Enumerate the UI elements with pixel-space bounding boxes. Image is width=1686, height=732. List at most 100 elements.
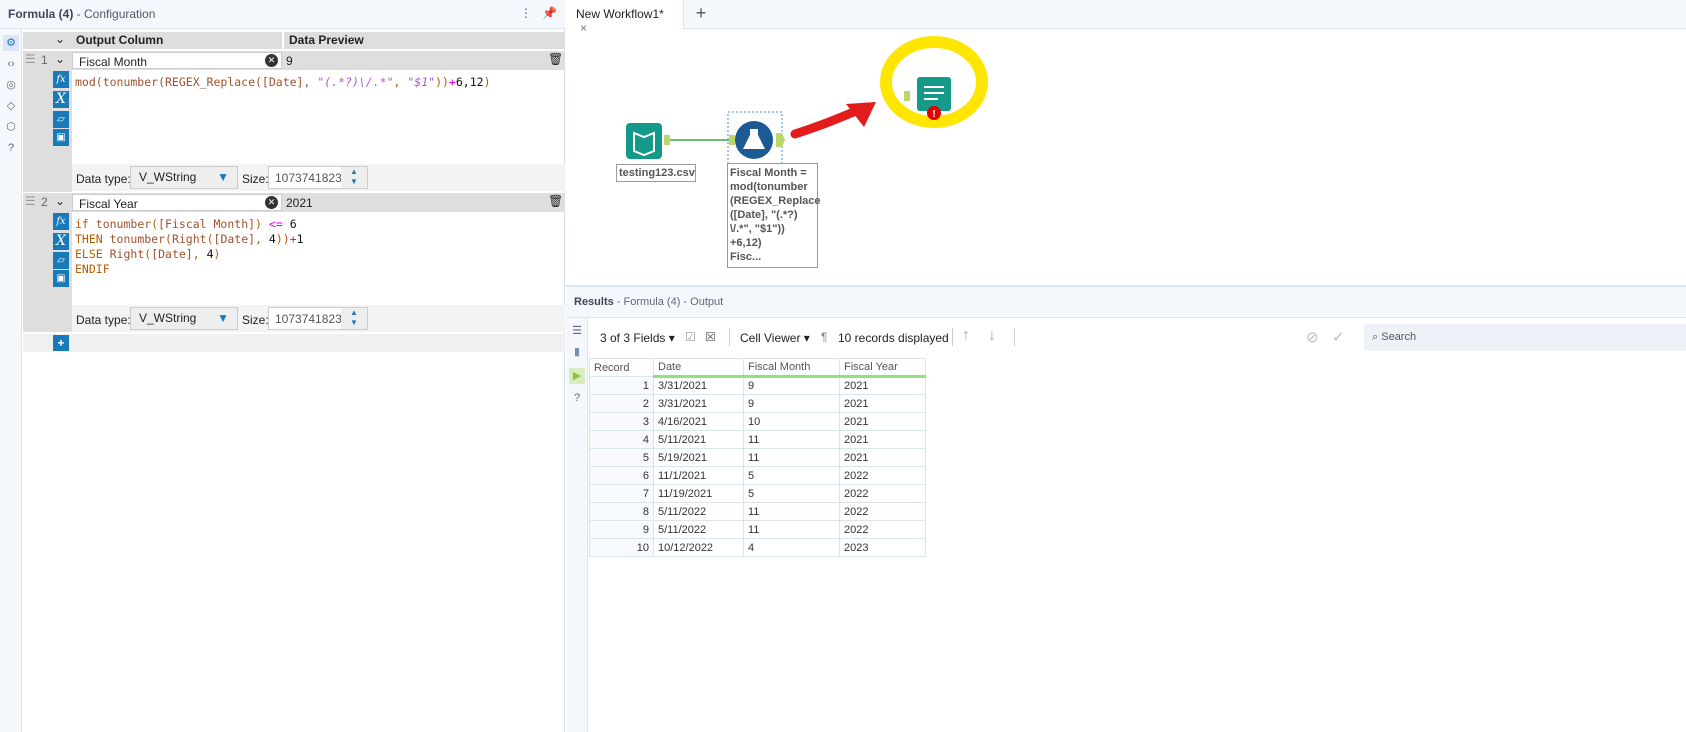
- open-folder-icon[interactable]: ▱: [53, 111, 69, 128]
- search-input[interactable]: ⌕ Search: [1364, 324, 1686, 351]
- table-cell[interactable]: 11: [743, 502, 840, 521]
- pin-icon[interactable]: 📌: [542, 6, 557, 20]
- pilcrow-icon[interactable]: ¶: [821, 330, 827, 344]
- help-icon[interactable]: ?: [3, 140, 19, 156]
- table-cell[interactable]: 2: [589, 394, 654, 413]
- chevron-down-icon[interactable]: ⌄: [55, 194, 65, 208]
- table-cell[interactable]: 2022: [839, 502, 926, 521]
- formula-editor-2[interactable]: if tonumber([Fiscal Month]) <= 6 THEN to…: [75, 217, 545, 305]
- table-row[interactable]: 6 11/1/2021 5 2022: [589, 466, 926, 485]
- datatype-select[interactable]: V_WString ▼: [130, 166, 238, 189]
- drag-handle-icon[interactable]: ☰: [25, 194, 36, 208]
- variable-icon[interactable]: X: [53, 91, 69, 108]
- table-cell[interactable]: 3/31/2021: [653, 376, 744, 395]
- table-cell[interactable]: 10/12/2022: [653, 538, 744, 557]
- output-anchor-icon[interactable]: ▶: [569, 368, 585, 384]
- output-column-input[interactable]: Fiscal Month: [72, 52, 282, 69]
- table-cell[interactable]: 5/11/2022: [653, 502, 744, 521]
- output-column-input[interactable]: Fiscal Year: [72, 194, 282, 211]
- column-header[interactable]: Fiscal Month: [743, 358, 840, 378]
- check-all-icon[interactable]: ☑: [685, 330, 696, 344]
- size-stepper[interactable]: ▲ ▼: [341, 167, 367, 188]
- table-row[interactable]: 7 11/19/2021 5 2022: [589, 484, 926, 503]
- checkmark-icon[interactable]: ✓: [1332, 328, 1345, 346]
- uncheck-all-icon[interactable]: ☒: [705, 330, 716, 344]
- table-cell[interactable]: 5/19/2021: [653, 448, 744, 467]
- add-formula-button[interactable]: +: [53, 335, 69, 351]
- table-cell[interactable]: 9: [743, 376, 840, 395]
- table-cell[interactable]: 10: [589, 538, 654, 557]
- column-header[interactable]: Date: [653, 358, 744, 378]
- table-row[interactable]: 4 5/11/2021 11 2021: [589, 430, 926, 449]
- table-cell[interactable]: 8: [589, 502, 654, 521]
- table-cell[interactable]: 9: [589, 520, 654, 539]
- table-row[interactable]: 8 5/11/2022 11 2022: [589, 502, 926, 521]
- table-cell[interactable]: 1: [589, 376, 654, 395]
- table-cell[interactable]: 11: [743, 430, 840, 449]
- formula-editor-1[interactable]: mod(tonumber(REGEX_Replace([Date], "(.*?…: [75, 75, 545, 163]
- table-cell[interactable]: 5: [589, 448, 654, 467]
- code-icon[interactable]: ‹›: [3, 56, 19, 72]
- open-folder-icon[interactable]: ▱: [53, 252, 69, 269]
- table-row[interactable]: 5 5/19/2021 11 2021: [589, 448, 926, 467]
- table-cell[interactable]: 5/11/2021: [653, 430, 744, 449]
- column-header[interactable]: Fiscal Year: [839, 358, 926, 378]
- table-cell[interactable]: 9: [743, 394, 840, 413]
- gear-icon[interactable]: ⚙: [3, 35, 19, 51]
- table-cell[interactable]: 2021: [839, 376, 926, 395]
- table-cell[interactable]: 4/16/2021: [653, 412, 744, 431]
- cancel-icon[interactable]: ⊘: [1306, 328, 1319, 346]
- tag-icon[interactable]: ◇: [3, 98, 19, 114]
- table-cell[interactable]: 11: [743, 520, 840, 539]
- tab-new-workflow[interactable]: New Workflow1* ×: [566, 0, 684, 35]
- table-cell[interactable]: 5: [743, 466, 840, 485]
- table-cell[interactable]: 2021: [839, 412, 926, 431]
- table-cell[interactable]: 2022: [839, 484, 926, 503]
- table-cell[interactable]: 7: [589, 484, 654, 503]
- table-cell[interactable]: 3/31/2021: [653, 394, 744, 413]
- save-icon[interactable]: ▣: [53, 270, 69, 287]
- collapse-all-chevron-icon[interactable]: ⌄: [55, 32, 65, 46]
- table-cell[interactable]: 2021: [839, 430, 926, 449]
- table-row[interactable]: 10 10/12/2022 4 2023: [589, 538, 926, 557]
- trash-icon[interactable]: 🗑: [548, 194, 563, 208]
- variable-icon[interactable]: X: [53, 233, 69, 250]
- connection-icon[interactable]: ◎: [3, 77, 19, 93]
- arrow-up-icon[interactable]: ↑: [962, 327, 970, 345]
- list-icon[interactable]: ☰: [569, 323, 585, 339]
- table-cell[interactable]: 6: [589, 466, 654, 485]
- add-tab-button[interactable]: +: [686, 3, 716, 24]
- table-cell[interactable]: 11: [743, 448, 840, 467]
- more-icon[interactable]: ⋮: [520, 6, 532, 20]
- table-cell[interactable]: 2022: [839, 466, 926, 485]
- clear-icon[interactable]: ✕: [265, 196, 278, 209]
- table-cell[interactable]: 10: [743, 412, 840, 431]
- table-row[interactable]: 3 4/16/2021 10 2021: [589, 412, 926, 431]
- clear-icon[interactable]: ✕: [265, 54, 278, 67]
- input-anchor-icon[interactable]: ▮: [569, 344, 585, 360]
- table-cell[interactable]: 4: [589, 430, 654, 449]
- table-cell[interactable]: 2022: [839, 520, 926, 539]
- table-cell[interactable]: 2023: [839, 538, 926, 557]
- table-cell[interactable]: 5: [743, 484, 840, 503]
- table-row[interactable]: 2 3/31/2021 9 2021: [589, 394, 926, 413]
- table-row[interactable]: 1 3/31/2021 9 2021: [589, 376, 926, 395]
- help-icon[interactable]: ?: [569, 390, 585, 406]
- table-cell[interactable]: 2021: [839, 394, 926, 413]
- table-cell[interactable]: 11/19/2021: [653, 484, 744, 503]
- table-cell[interactable]: 5/11/2022: [653, 520, 744, 539]
- table-cell[interactable]: 4: [743, 538, 840, 557]
- table-cell[interactable]: 3: [589, 412, 654, 431]
- save-icon[interactable]: ▣: [53, 129, 69, 146]
- table-cell[interactable]: 11/1/2021: [653, 466, 744, 485]
- function-icon[interactable]: fx: [53, 71, 69, 88]
- size-input[interactable]: 1073741823 ▲ ▼: [268, 307, 368, 330]
- size-stepper[interactable]: ▲ ▼: [341, 308, 367, 329]
- fields-dropdown[interactable]: 3 of 3 Fields ▾: [600, 331, 675, 345]
- trash-icon[interactable]: 🗑: [548, 52, 563, 66]
- chevron-down-icon[interactable]: ⌄: [55, 52, 65, 66]
- arrow-down-icon[interactable]: ↓: [988, 327, 996, 345]
- function-icon[interactable]: fx: [53, 213, 69, 230]
- package-icon[interactable]: ⬡: [3, 119, 19, 135]
- size-input[interactable]: 1073741823 ▲ ▼: [268, 166, 368, 189]
